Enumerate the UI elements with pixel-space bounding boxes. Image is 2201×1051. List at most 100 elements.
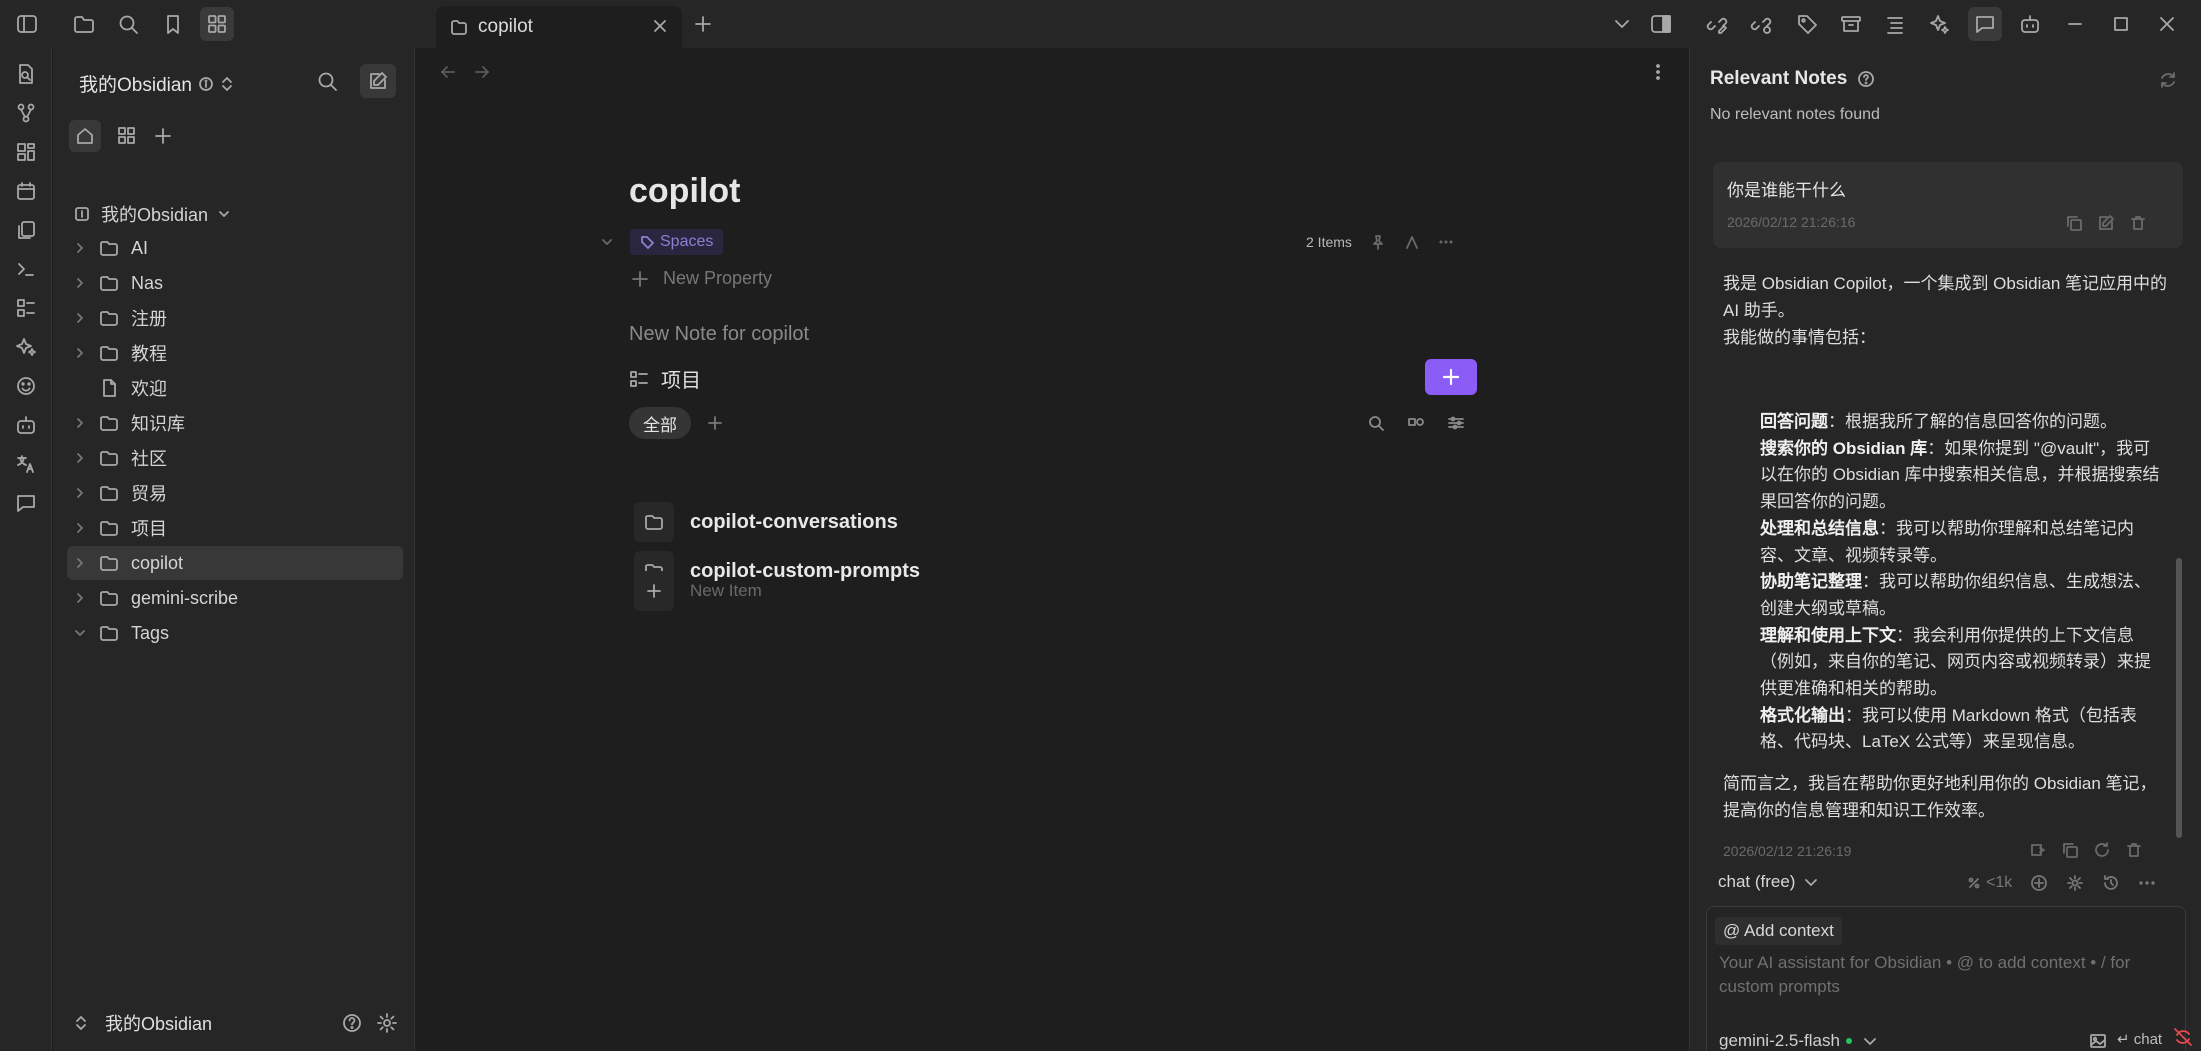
- list-item[interactable]: copilot-conversations: [634, 502, 898, 542]
- tree-item[interactable]: 教程: [67, 336, 403, 370]
- chat-input-box[interactable]: @ Add context Your AI assistant for Obsi…: [1706, 906, 2186, 1051]
- right-sidebar-toggle-icon[interactable]: [1644, 7, 1678, 41]
- tab-list-chevron-icon[interactable]: [1605, 7, 1639, 41]
- new-note-input[interactable]: New Note for copilot: [629, 323, 809, 346]
- grid-view-icon[interactable]: [200, 7, 234, 41]
- chat-scrollbar[interactable]: [2176, 558, 2182, 838]
- add-space-icon[interactable]: [153, 126, 173, 146]
- tag-icon[interactable]: [1790, 7, 1824, 41]
- add-item-button[interactable]: [1425, 359, 1477, 395]
- spaces-grid-icon[interactable]: [117, 126, 137, 146]
- quick-switcher-icon[interactable]: [13, 61, 39, 87]
- sync-error-icon[interactable]: [2172, 1026, 2194, 1048]
- chat-settings-icon[interactable]: [2066, 874, 2084, 892]
- help-circle-icon[interactable]: [1857, 70, 1875, 88]
- canvas-icon[interactable]: [13, 139, 39, 165]
- tree-item[interactable]: 欢迎: [67, 371, 403, 405]
- new-note-icon[interactable]: [360, 64, 396, 98]
- minimize-icon[interactable]: [2058, 7, 2092, 41]
- calendar-icon[interactable]: [13, 178, 39, 204]
- token-counter: <1k: [1966, 874, 2012, 892]
- chat-icon[interactable]: [1968, 7, 2002, 41]
- copy-icon[interactable]: [2065, 214, 2083, 232]
- chat-mode-selector[interactable]: chat (free): [1718, 872, 1819, 892]
- chat-ribbon-icon[interactable]: [13, 490, 39, 516]
- insert-note-icon[interactable]: [2029, 841, 2047, 859]
- folder-open-icon[interactable]: [67, 7, 101, 41]
- close-tab-icon[interactable]: [650, 16, 670, 36]
- tree-item[interactable]: 知识库: [67, 406, 403, 440]
- tree-item[interactable]: 注册: [67, 301, 403, 335]
- vault-switcher[interactable]: 我的Obsidian: [79, 70, 234, 97]
- sparkles-icon[interactable]: [1922, 7, 1956, 41]
- sliders-icon[interactable]: [1447, 414, 1465, 432]
- pin-icon[interactable]: [1370, 234, 1386, 250]
- tree-item[interactable]: 贸易: [67, 476, 403, 510]
- model-selector[interactable]: gemini-2.5-flash: [1719, 1031, 1878, 1051]
- copilot-bot-icon[interactable]: [13, 412, 39, 438]
- sparkles-ribbon-icon[interactable]: [13, 334, 39, 360]
- chat-input[interactable]: Your AI assistant for Obsidian • @ to ad…: [1719, 951, 2179, 999]
- link-chain-icon[interactable]: [1744, 7, 1778, 41]
- delete-response-icon[interactable]: [2125, 841, 2143, 859]
- bot-icon[interactable]: [2013, 7, 2047, 41]
- tree-item[interactable]: 社区: [67, 441, 403, 475]
- emoji-icon[interactable]: [13, 373, 39, 399]
- new-property-button[interactable]: New Property: [631, 268, 772, 289]
- help-icon[interactable]: [341, 1012, 363, 1034]
- ai-timestamp: 2026/02/12 21:26:19: [1723, 843, 1852, 859]
- tree-item[interactable]: AI: [67, 231, 403, 265]
- more-chat-icon[interactable]: [2138, 874, 2156, 892]
- sidebar-toggle-icon[interactable]: [10, 7, 44, 41]
- graph-view-icon[interactable]: [13, 100, 39, 126]
- note-title[interactable]: copilot: [629, 172, 740, 211]
- image-attach-icon[interactable]: [2089, 1032, 2107, 1050]
- close-window-icon[interactable]: [2150, 7, 2184, 41]
- copy-pages-icon[interactable]: [13, 217, 39, 243]
- add-context-button[interactable]: @ Add context: [1715, 917, 1842, 945]
- search-icon[interactable]: [111, 7, 145, 41]
- tree-item[interactable]: Nas: [67, 266, 403, 300]
- history-icon[interactable]: [2102, 874, 2120, 892]
- tree-item[interactable]: 项目: [67, 511, 403, 545]
- view-toggle-icon[interactable]: [1407, 414, 1425, 432]
- edit-icon[interactable]: [2097, 214, 2115, 232]
- maximize-icon[interactable]: [2104, 7, 2138, 41]
- spaces-tag[interactable]: Spaces: [630, 229, 724, 255]
- regenerate-icon[interactable]: [2093, 841, 2111, 859]
- properties-collapse-icon[interactable]: [599, 234, 615, 250]
- more-options-icon[interactable]: [1648, 62, 1668, 82]
- settings-gear-icon[interactable]: [376, 1012, 398, 1034]
- person-icon[interactable]: [1404, 234, 1420, 250]
- delete-icon[interactable]: [2129, 214, 2147, 232]
- outline-list-icon[interactable]: [1878, 7, 1912, 41]
- search-items-icon[interactable]: [1367, 414, 1385, 432]
- filter-tab-all[interactable]: 全部: [629, 407, 691, 439]
- home-icon[interactable]: [69, 120, 101, 152]
- vault-name: 我的Obsidian: [79, 75, 192, 96]
- link-edit-icon[interactable]: [1700, 7, 1734, 41]
- new-chat-icon[interactable]: [2030, 874, 2048, 892]
- search-files-icon[interactable]: [316, 70, 338, 92]
- bookmark-icon[interactable]: [156, 7, 190, 41]
- tree-item[interactable]: gemini-scribe: [67, 581, 403, 615]
- add-filter-icon[interactable]: [706, 414, 724, 432]
- vault-root[interactable]: 我的Obsidian: [67, 197, 403, 231]
- refresh-icon[interactable]: [2158, 70, 2178, 90]
- new-item-button[interactable]: New Item: [634, 571, 762, 611]
- back-arrow-icon[interactable]: [438, 62, 458, 82]
- dashboard-icon[interactable]: [13, 295, 39, 321]
- terminal-icon[interactable]: [13, 256, 39, 282]
- new-tab-icon[interactable]: [686, 7, 720, 41]
- ellipsis-icon[interactable]: [1438, 234, 1454, 250]
- copy-response-icon[interactable]: [2061, 841, 2079, 859]
- send-chat-button[interactable]: ↵ chat: [2117, 1030, 2162, 1048]
- translate-icon[interactable]: [13, 451, 39, 477]
- archive-icon[interactable]: [1834, 7, 1868, 41]
- forward-arrow-icon[interactable]: [472, 62, 492, 82]
- chevron-right-icon: [73, 451, 91, 465]
- vault-profile[interactable]: 我的Obsidian: [53, 995, 415, 1051]
- tree-item[interactable]: copilot: [67, 546, 403, 580]
- tree-item[interactable]: Tags: [67, 616, 403, 650]
- tab-copilot[interactable]: copilot: [436, 6, 682, 48]
